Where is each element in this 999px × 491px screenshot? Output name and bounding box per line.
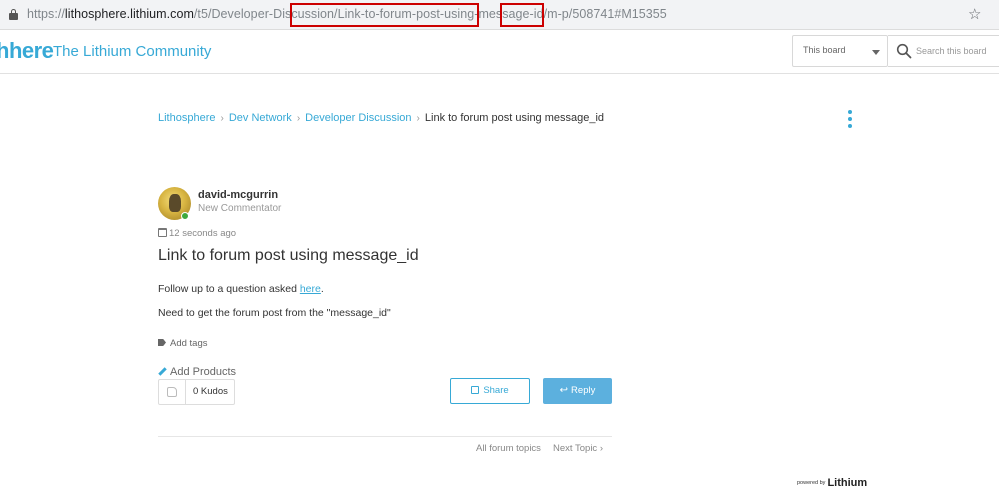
author-name[interactable]: david-mcgurrin: [198, 189, 278, 201]
highlight-box-slug: [290, 3, 479, 27]
breadcrumb-current: Link to forum post using message_id: [424, 112, 605, 124]
author-rank: New Commentator: [198, 203, 282, 214]
url-path-separator: /m-p/: [543, 7, 573, 21]
community-name[interactable]: The Lithium Community: [53, 43, 211, 60]
powered-by-lithium[interactable]: powered by Lithium: [797, 477, 867, 489]
search-input[interactable]: Search this board: [888, 35, 999, 67]
lithium-brand: Lithium: [827, 477, 868, 489]
next-topic-link[interactable]: Next Topic ›: [553, 443, 603, 454]
add-tags-link[interactable]: Add tags: [158, 338, 208, 349]
online-status-dot: [181, 212, 189, 220]
url-scheme: https://: [27, 7, 65, 21]
share-icon: [471, 386, 480, 394]
thumbs-up-icon[interactable]: [159, 380, 186, 404]
breadcrumb-item-dev-network[interactable]: Dev Network: [229, 112, 292, 124]
url-host: lithosphere.lithium.com: [64, 7, 194, 21]
search-scope-dropdown[interactable]: This board: [792, 35, 888, 67]
breadcrumb-item-developer-discussion[interactable]: Developer Discussion: [305, 112, 411, 124]
url-path-anchor: #M15355: [614, 7, 667, 21]
breadcrumb: Lithosphere › Dev Network › Developer Discus…: [158, 112, 604, 124]
breadcrumb-item-lithosphere[interactable]: Lithosphere: [158, 112, 216, 124]
add-products-link[interactable]: Add Products: [158, 366, 236, 378]
calendar-icon: [158, 228, 167, 237]
search-icon: [896, 43, 912, 59]
kudos-widget: 0 Kudos: [158, 379, 235, 405]
chevron-right-icon: ›: [599, 443, 603, 454]
post-body-line-1: Follow up to a question asked here.: [158, 283, 324, 295]
add-products-label: Add Products: [170, 366, 237, 378]
post-time-text: 12 seconds ago: [169, 228, 237, 239]
chevron-right-icon: ›: [296, 113, 301, 124]
add-tags-label: Add tags: [170, 338, 208, 349]
post-body-line-2: Need to get the forum post from the "mes…: [158, 307, 391, 319]
browser-url-bar[interactable]: https://lithosphere.lithium.com/t5/Devel…: [0, 0, 999, 30]
community-logo[interactable]: hhere: [0, 38, 54, 64]
here-link[interactable]: here: [300, 283, 321, 295]
community-header: hhere The Lithium Community This board S…: [0, 30, 999, 74]
bookmark-star-icon[interactable]: ☆: [968, 5, 981, 23]
body-text: .: [320, 283, 324, 295]
share-label: Share: [483, 385, 509, 396]
reply-icon: ↩: [559, 385, 569, 396]
search-scope-label: This board: [803, 45, 846, 55]
highlight-box-id: [500, 3, 544, 27]
all-forum-topics-link[interactable]: All forum topics: [476, 443, 541, 454]
powered-by-text: powered by: [797, 480, 826, 486]
tag-icon: [158, 339, 166, 346]
body-text: Follow up to a question asked: [158, 283, 300, 295]
divider: [158, 436, 612, 437]
post-timestamp: 12 seconds ago: [158, 228, 236, 239]
pencil-icon: [158, 367, 167, 376]
more-options-icon[interactable]: [846, 110, 854, 130]
chevron-down-icon: [872, 50, 880, 55]
next-topic-label: Next Topic: [553, 443, 598, 454]
search-placeholder: Search this board: [916, 46, 987, 56]
share-button[interactable]: Share: [450, 378, 530, 404]
post-subject: Link to forum post using message_id: [158, 247, 419, 264]
reply-label: Reply: [571, 385, 596, 396]
url-path-message-id: 508741: [572, 7, 615, 21]
kudos-count: 0 Kudos: [193, 386, 228, 397]
lock-icon: [9, 9, 18, 20]
chevron-right-icon: ›: [220, 113, 224, 124]
reply-button[interactable]: ↩ Reply: [543, 378, 612, 404]
chevron-right-icon: ›: [416, 113, 420, 124]
